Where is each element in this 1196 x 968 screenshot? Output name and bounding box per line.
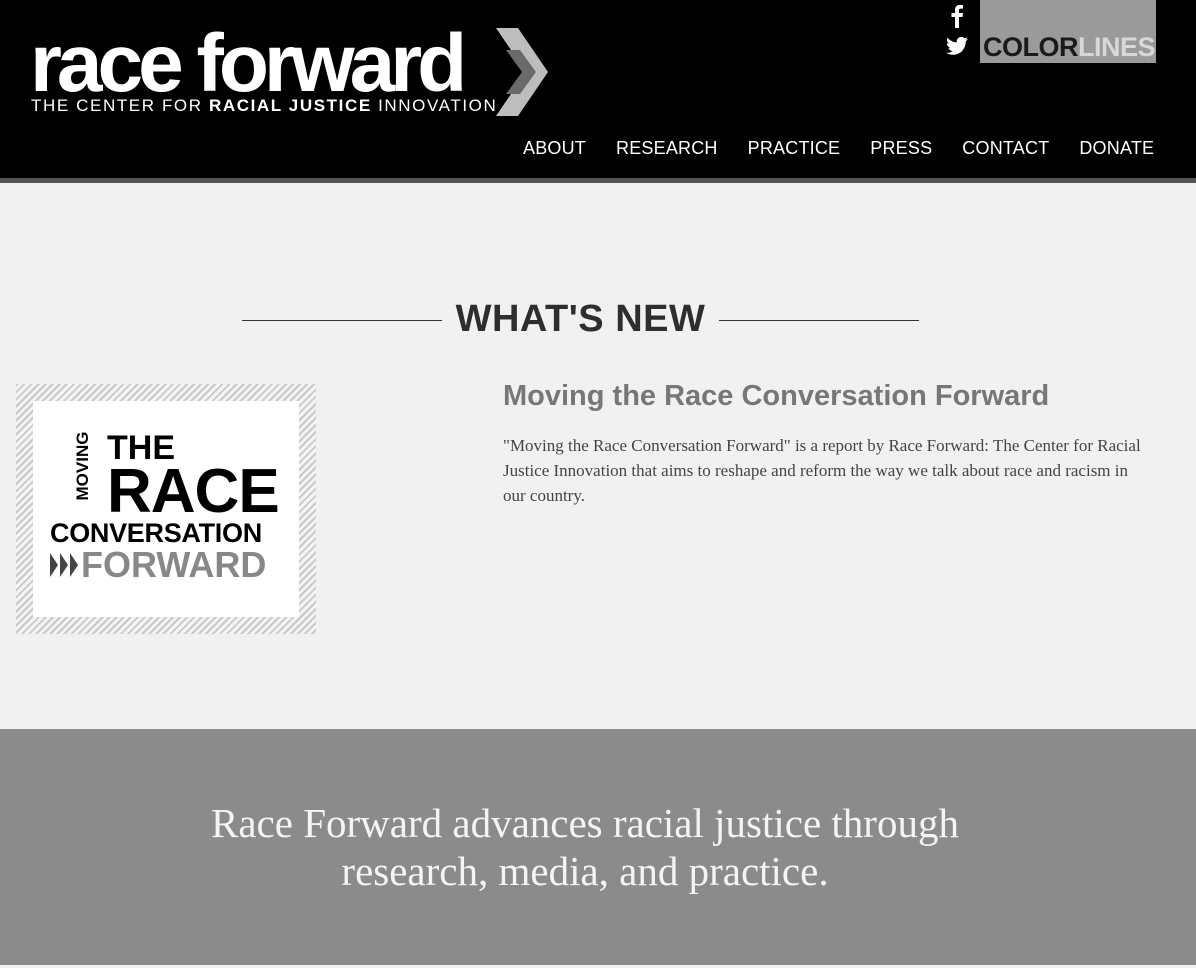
colorlines-lines: LINES bbox=[1078, 32, 1156, 62]
facebook-icon[interactable] bbox=[944, 4, 970, 30]
main-nav: ABOUT RESEARCH PRACTICE PRESS CONTACT DO… bbox=[523, 138, 1184, 159]
nav-donate[interactable]: DONATE bbox=[1079, 138, 1154, 159]
twitter-icon[interactable] bbox=[944, 36, 970, 62]
site-header: race forward THE CENTER FOR RACIAL JUSTI… bbox=[0, 0, 1196, 178]
heading-rule-left bbox=[242, 320, 442, 321]
social-links bbox=[944, 4, 972, 68]
feature-title-link[interactable]: Moving the Race Conversation Forward bbox=[503, 380, 1049, 413]
colorlines-logo: COLORLINES bbox=[983, 32, 1156, 63]
nav-research[interactable]: RESEARCH bbox=[616, 138, 718, 159]
nav-press[interactable]: PRESS bbox=[870, 138, 932, 159]
feature-image[interactable]: MOVING THE RACE CONVERSATION FORWARD bbox=[16, 384, 316, 634]
triple-chevron-icon bbox=[50, 553, 78, 577]
logo-tagline-bold: RACIAL JUSTICE bbox=[208, 96, 372, 115]
section-title: WHAT'S NEW bbox=[455, 298, 706, 340]
logo-chevron-icon bbox=[496, 28, 548, 116]
logo-tagline-post: INNOVATION bbox=[371, 96, 498, 115]
logo-tagline: THE CENTER FOR RACIAL JUSTICE INNOVATION bbox=[31, 96, 497, 116]
nav-practice[interactable]: PRACTICE bbox=[748, 138, 841, 159]
header-divider bbox=[0, 178, 1196, 183]
mission-statement: Race Forward advances racial justice thr… bbox=[211, 800, 959, 894]
race-forward-logo[interactable]: race forward THE CENTER FOR RACIAL JUSTI… bbox=[30, 18, 560, 118]
mission-band: Race Forward advances racial justice thr… bbox=[0, 729, 1196, 965]
colorlines-color: COLOR bbox=[983, 32, 1079, 62]
heading-rule-right bbox=[719, 320, 919, 321]
report-cover: MOVING THE RACE CONVERSATION FORWARD bbox=[33, 401, 299, 617]
whats-new-heading: WHAT'S NEW bbox=[0, 298, 1196, 344]
logo-tagline-pre: THE CENTER FOR bbox=[31, 96, 209, 115]
cover-forward-text: FORWARD bbox=[81, 544, 267, 585]
cover-moving-text: MOVING bbox=[73, 431, 92, 501]
cover-race-text: RACE bbox=[107, 457, 280, 526]
nav-contact[interactable]: CONTACT bbox=[962, 138, 1049, 159]
colorlines-link[interactable]: COLORLINES bbox=[980, 0, 1156, 63]
feature-description: "Moving the Race Conversation Forward" i… bbox=[503, 436, 1141, 505]
nav-about[interactable]: ABOUT bbox=[523, 138, 586, 159]
